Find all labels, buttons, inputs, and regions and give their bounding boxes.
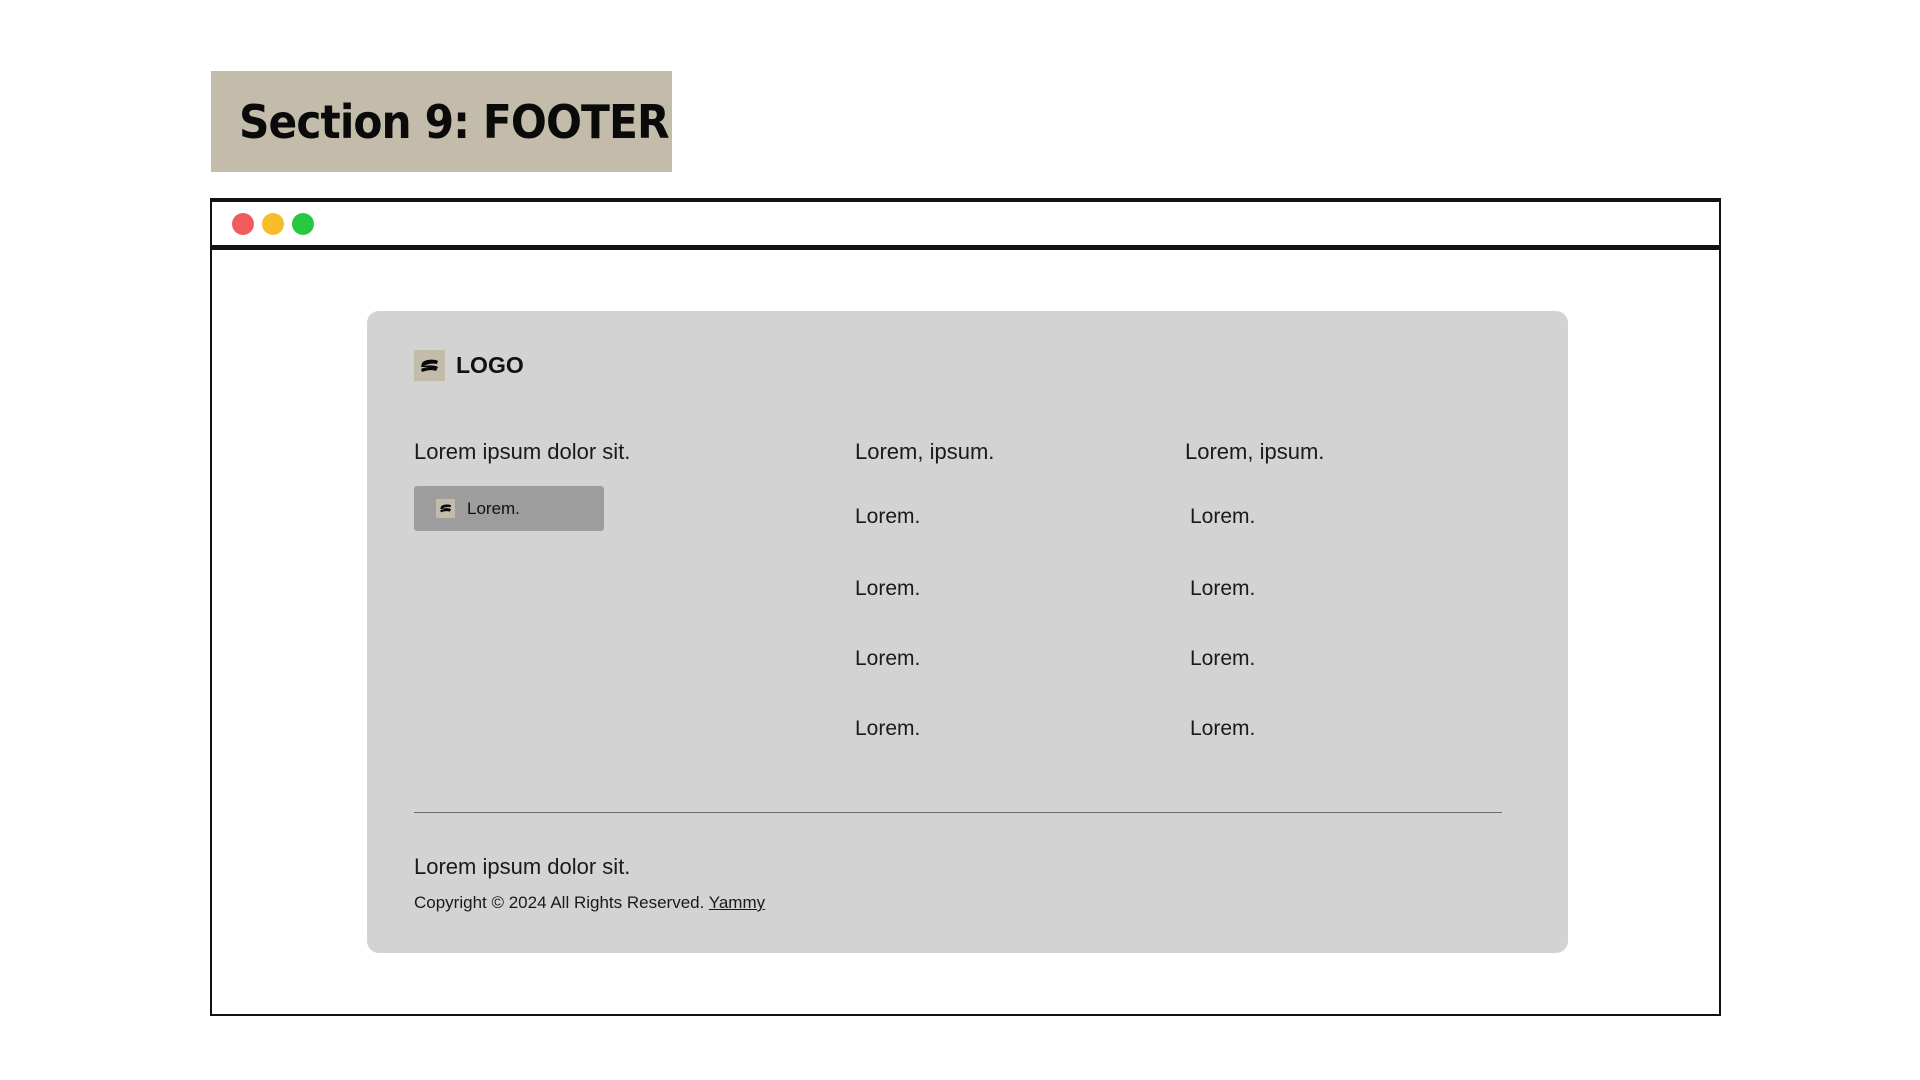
window-close-button[interactable] [232,212,254,235]
footer-column-heading: Lorem, ipsum. [855,439,995,464]
window-minimize-button[interactable] [262,212,284,235]
footer-bottom-tagline: Lorem ipsum dolor sit. [414,854,631,879]
window-maximize-button[interactable] [292,212,314,235]
footer-logo[interactable]: LOGO [414,350,524,381]
brush-stroke-icon [436,499,455,518]
footer-link[interactable]: Lorem. [1190,577,1255,601]
footer-tagline: Lorem ipsum dolor sit. [414,439,631,464]
footer-link[interactable]: Lorem. [855,717,920,741]
footer-link-column-1: Lorem, ipsum. Lorem. Lorem. Lorem. Lorem… [855,439,995,740]
footer-divider [414,812,1502,813]
copyright-text: Copyright © 2024 All Rights Reserved. [414,893,709,912]
site-footer: LOGO Lorem ipsum dolor sit. Lorem. Lorem… [367,311,1568,953]
footer-link[interactable]: Lorem. [1190,647,1255,671]
brush-stroke-icon [414,350,445,381]
footer-column-heading: Lorem, ipsum. [1185,439,1325,464]
footer-link[interactable]: Lorem. [855,647,920,671]
footer-cta-label: Lorem. [467,498,520,518]
footer-link-column-2: Lorem, ipsum. Lorem. Lorem. Lorem. Lorem… [1185,439,1325,740]
footer-link[interactable]: Lorem. [855,577,920,601]
section-banner: Section 9: FOOTER [211,71,672,172]
browser-toolbar [212,200,1719,250]
logo-text: LOGO [456,352,524,378]
footer-cta-button[interactable]: Lorem. [414,486,604,531]
footer-link[interactable]: Lorem. [855,505,920,529]
footer-link[interactable]: Lorem. [1190,505,1255,529]
browser-window: LOGO Lorem ipsum dolor sit. Lorem. Lorem… [210,198,1721,1016]
copyright-notice: Copyright © 2024 All Rights Reserved. Ya… [414,893,765,913]
brand-link[interactable]: Yammy [709,893,765,912]
section-title: Section 9: FOOTER [239,94,670,149]
footer-link[interactable]: Lorem. [1190,717,1255,741]
